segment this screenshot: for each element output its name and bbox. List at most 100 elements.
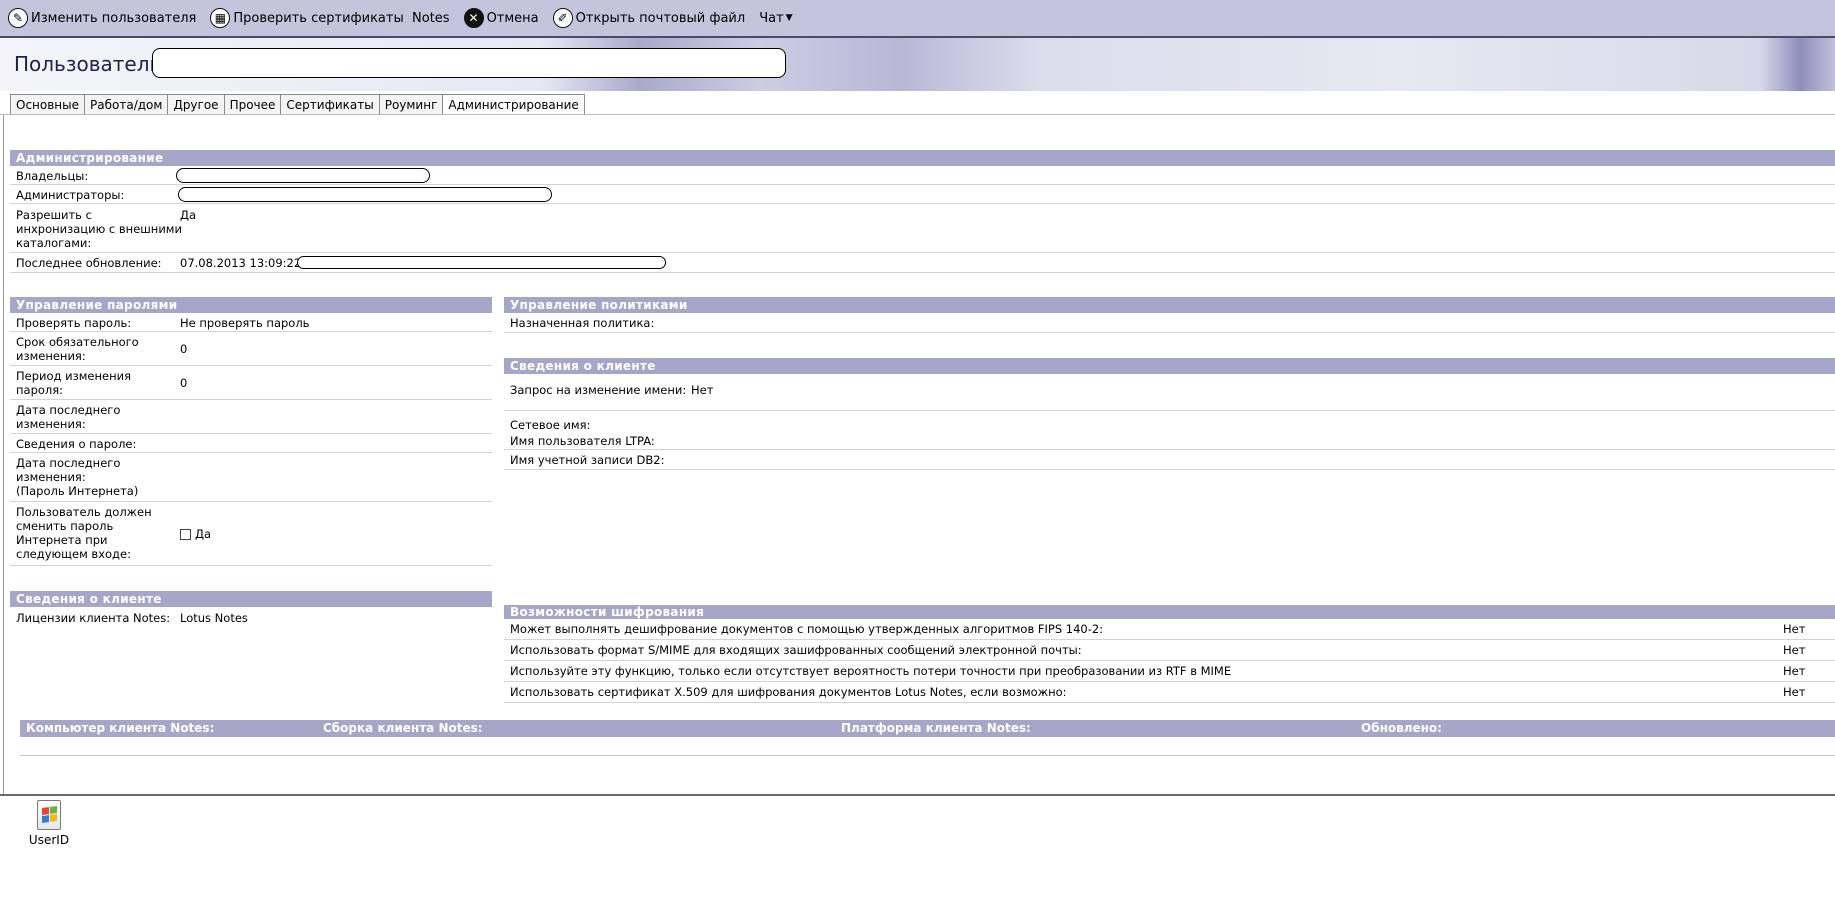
must-change-checkbox[interactable] <box>180 529 191 540</box>
last-change-internet-row: Дата последнего изменения: (Пароль Интер… <box>10 453 492 502</box>
last-update-by-field <box>297 256 666 269</box>
cancel-button[interactable]: ✕ Отмена <box>463 5 539 31</box>
smime-label: Использовать формат S/MIME для входящих … <box>510 643 1082 657</box>
must-change-line-2: сменить пароль <box>16 519 114 533</box>
x509-value: Нет <box>1783 685 1806 699</box>
administrators-label: Администраторы: <box>16 188 125 202</box>
chat-menu-button[interactable]: Чат ▼ <box>759 5 792 31</box>
sync-label-line-1: Разрешить с <box>16 208 92 222</box>
tab-basics[interactable]: Основные <box>10 94 85 115</box>
must-change-label: Пользователь должен сменить пароль Интер… <box>16 505 152 561</box>
sync-label-line-3: каталогами: <box>16 236 92 250</box>
check-certificates-button[interactable]: ▦ Проверить сертификаты Notes <box>210 5 450 31</box>
sync-label-line-2: инхронизацию с внешними <box>16 222 182 236</box>
chevron-down-icon: ▼ <box>785 13 793 23</box>
encryption-row: Может выполнять дешифрование документов … <box>504 619 1835 640</box>
ltpa-row: Имя пользователя LTPA: <box>504 430 1835 450</box>
col-build: Сборка клиента Notes: <box>323 721 483 735</box>
password-info-row: Сведения о пароле: <box>10 434 492 453</box>
password-section-title: Управление паролями <box>10 297 492 313</box>
client-info-left-section: Сведения о клиенте Лицензии клиента Note… <box>10 591 492 627</box>
change-period-row: Период изменения пароля: 0 <box>10 366 492 400</box>
open-mail-file-button[interactable]: ✐ Открыть почтовый файл <box>552 5 746 31</box>
must-change-option[interactable]: Да <box>180 527 211 541</box>
change-period-line-1: Период изменения <box>16 369 131 383</box>
userid-attachment[interactable]: UserID <box>26 800 72 847</box>
user-name-field[interactable] <box>152 48 786 78</box>
change-period-label: Период изменения пароля: <box>16 369 131 397</box>
rename-request-row: Запрос на изменение имени: Нет <box>504 374 1835 411</box>
must-change-line-1: Пользователь должен <box>16 505 152 519</box>
sync-label: Разрешить с инхронизацию с внешними ката… <box>16 208 182 250</box>
x509-label: Использовать сертификат X.509 для шифров… <box>510 685 1067 699</box>
policy-section-title: Управление политиками <box>504 297 1835 313</box>
tab-work-home[interactable]: Работа/дом <box>84 94 168 115</box>
certificate-icon: ▦ <box>210 8 231 28</box>
password-section: Управление паролями Проверять пароль: Не… <box>10 297 492 566</box>
tab-certificates[interactable]: Сертификаты <box>280 94 379 115</box>
policy-section: Управление политиками Назначенная полити… <box>504 297 1835 333</box>
fips-value: Нет <box>1783 622 1806 636</box>
required-change-value: 0 <box>180 342 188 356</box>
encryption-row: Использовать сертификат X.509 для шифров… <box>504 682 1835 703</box>
client-table-row <box>20 737 1835 756</box>
administrators-row: Администраторы: <box>10 185 1835 204</box>
last-change-internet-line-1: Дата последнего <box>16 456 121 470</box>
tab-bar: Основные Работа/дом Другое Прочее Сертиф… <box>10 94 585 115</box>
tab-misc[interactable]: Прочее <box>223 94 281 115</box>
close-icon: ✕ <box>463 8 484 28</box>
required-change-line-2: изменения: <box>16 349 86 363</box>
db2-label: Имя учетной записи DB2: <box>510 453 665 467</box>
client-licenses-row: Лицензии клиента Notes: Lotus Notes <box>10 607 492 627</box>
check-certificates-label: Проверить сертификаты <box>233 10 404 26</box>
user-header-banner: Пользователь: <box>0 38 1835 91</box>
open-mail-file-label: Открыть почтовый файл <box>575 10 746 26</box>
must-change-line-4: следующем входе: <box>16 547 131 561</box>
check-certificates-suffix: Notes <box>412 10 450 26</box>
client-info-right-title: Сведения о клиенте <box>504 358 1835 374</box>
last-change-internet-line-3: (Пароль Интернета) <box>16 484 139 498</box>
userid-attachment-label: UserID <box>28 833 70 847</box>
last-change-internet-label: Дата последнего изменения: (Пароль Интер… <box>16 456 138 498</box>
tab-other[interactable]: Другое <box>167 94 224 115</box>
tab-roaming[interactable]: Роуминг <box>378 94 443 115</box>
encryption-section-title: Возможности шифрования <box>504 605 1835 619</box>
tab-divider <box>0 114 1835 115</box>
pencil-icon: ✎ <box>8 8 28 28</box>
chat-label: Чат <box>759 10 784 26</box>
client-licenses-value: Lotus Notes <box>180 611 248 625</box>
encryption-row: Использовать формат S/MIME для входящих … <box>504 640 1835 661</box>
rtf-mime-value: Нет <box>1783 664 1806 678</box>
col-platform: Платформа клиента Notes: <box>841 721 1031 735</box>
form-left-border <box>3 115 4 795</box>
tab-administration[interactable]: Администрирование <box>442 94 585 115</box>
must-change-line-3: Интернета при <box>16 533 108 547</box>
edit-user-button[interactable]: ✎ Изменить пользователя <box>8 5 196 31</box>
smime-value: Нет <box>1783 643 1806 657</box>
owners-label: Владельцы: <box>16 169 89 183</box>
assigned-policy-label: Назначенная политика: <box>510 316 655 330</box>
password-info-label: Сведения о пароле: <box>16 437 137 451</box>
required-change-label: Срок обязательного изменения: <box>16 335 139 363</box>
wrench-icon: ✐ <box>552 8 573 28</box>
check-password-value: Не проверять пароль <box>180 316 310 330</box>
last-change-label: Дата последнего изменения: <box>16 403 120 431</box>
col-computer: Компьютер клиента Notes: <box>26 721 215 735</box>
rename-request-value: Нет <box>691 383 714 397</box>
db2-row: Имя учетной записи DB2: <box>504 450 1835 470</box>
sync-row: Разрешить с инхронизацию с внешними ката… <box>10 204 1835 253</box>
cancel-label: Отмена <box>486 10 539 26</box>
administrators-field[interactable] <box>178 187 552 202</box>
windows-flag-icon <box>42 805 57 824</box>
last-change-row: Дата последнего изменения: <box>10 400 492 434</box>
required-change-row: Срок обязательного изменения: 0 <box>10 332 492 366</box>
client-info-left-title: Сведения о клиенте <box>10 591 492 607</box>
owners-field[interactable] <box>176 168 430 183</box>
sync-value: Да <box>180 208 197 222</box>
user-label: Пользователь: <box>14 52 169 76</box>
admin-section: Администрирование Владельцы: Администрат… <box>10 150 1835 273</box>
col-updated: Обновлено: <box>1361 721 1442 735</box>
last-update-value: 07.08.2013 13:09:22 <box>180 256 302 270</box>
rename-request-label: Запрос на изменение имени: <box>510 383 687 397</box>
form-bottom-border <box>0 794 1835 796</box>
